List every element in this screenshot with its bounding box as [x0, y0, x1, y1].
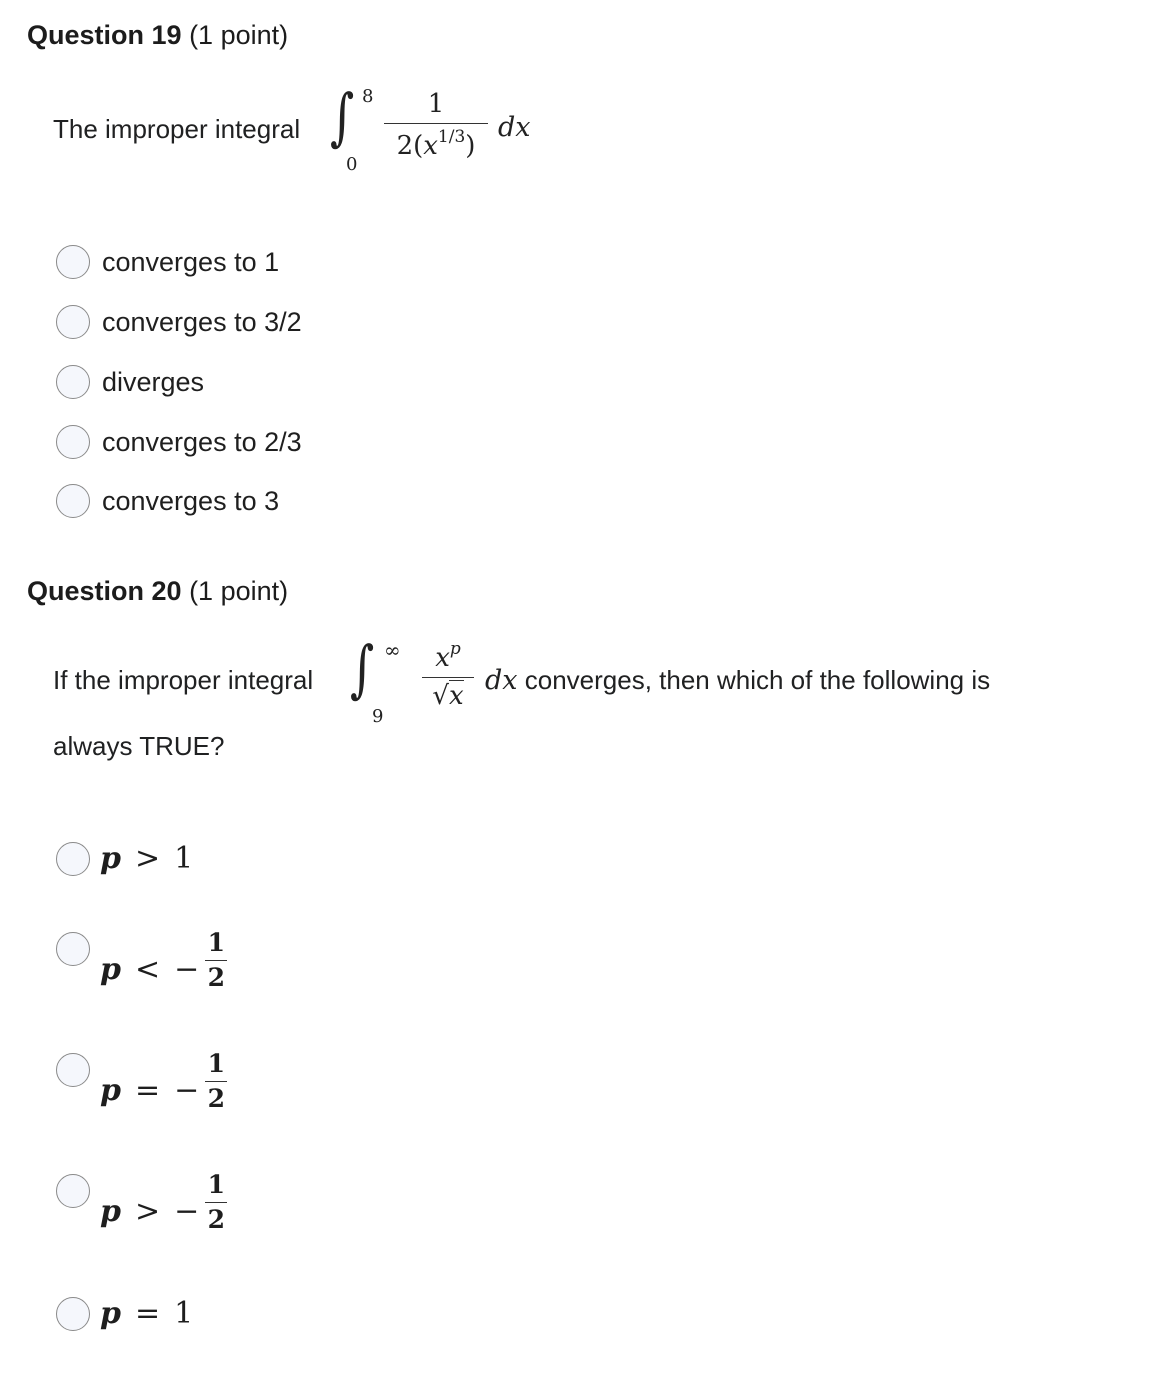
- fraction-bar: [205, 1081, 228, 1083]
- option-math: p > − 1 2: [100, 1170, 228, 1235]
- math-relation: >: [134, 1194, 161, 1230]
- denominator-coef: 2(: [396, 130, 424, 161]
- option-math: p > 1: [100, 841, 193, 876]
- math-sign: −: [174, 1073, 200, 1109]
- question-20-title: Question 20 (1 point): [27, 576, 288, 607]
- denominator-var: x: [423, 130, 438, 161]
- math-relation: =: [134, 1296, 161, 1331]
- sqrt-symbol: √: [432, 680, 449, 711]
- question-number: Question 19: [27, 20, 182, 50]
- fraction-bar: [384, 122, 488, 124]
- option-label: converges to 2/3: [102, 426, 302, 457]
- denominator: √x: [422, 679, 474, 711]
- option-math: p = − 1 2: [100, 1049, 228, 1114]
- denominator-var: x: [448, 679, 464, 711]
- denominator: 2(x1/3): [384, 126, 488, 161]
- math-sign: −: [174, 1194, 200, 1230]
- differential: dx: [498, 112, 531, 143]
- q19-option-5[interactable]: converges to 3: [56, 484, 279, 518]
- math-value: 1: [174, 1296, 194, 1331]
- integrand-fraction: 1 2(x1/3): [384, 90, 488, 160]
- math-variable: p: [100, 952, 121, 988]
- question-20-stem: If the improper integral: [53, 665, 313, 696]
- fraction-numerator: 1: [207, 928, 225, 957]
- math-relation: >: [134, 841, 161, 876]
- option-label: converges to 3: [102, 485, 280, 516]
- integral-upper-limit: 8: [362, 86, 374, 107]
- q19-option-1[interactable]: converges to 1: [56, 245, 279, 279]
- math-fraction: 1 2: [205, 1049, 228, 1114]
- fraction-numerator: 1: [207, 1049, 225, 1078]
- question-19-stem: The improper integral: [53, 114, 300, 145]
- radio-button[interactable]: [56, 1053, 90, 1087]
- math-fraction: 1 2: [205, 928, 228, 993]
- radio-button[interactable]: [56, 841, 90, 876]
- question-points: (1 point): [189, 20, 289, 50]
- option-label: diverges: [102, 366, 205, 397]
- math-fraction: 1 2: [205, 1170, 228, 1235]
- question-20-stem-continued: dx converges, then which of the followin…: [485, 665, 990, 696]
- radio-button[interactable]: [56, 484, 90, 518]
- denominator-close: ): [465, 130, 476, 161]
- question-19-integral: ∫ 8 0 1 2(x1/3) dx: [330, 82, 570, 182]
- math-relation: =: [134, 1073, 161, 1109]
- denominator-exponent: 1/3: [437, 126, 466, 147]
- radio-button[interactable]: [56, 305, 90, 339]
- math-variable: p: [100, 1073, 121, 1109]
- q19-option-3[interactable]: diverges: [56, 365, 204, 399]
- radio-button[interactable]: [56, 1174, 90, 1208]
- numerator-var: x: [435, 643, 450, 673]
- option-label: converges to 3/2: [102, 306, 302, 337]
- q20-option-4[interactable]: p > − 1 2: [56, 1170, 228, 1235]
- option-math: p = 1: [100, 1296, 193, 1331]
- stem-text: If the improper integral: [53, 665, 314, 695]
- question-19-title: Question 19 (1 point): [27, 20, 288, 51]
- numerator: 1: [427, 89, 445, 119]
- math-variable: p: [100, 841, 121, 876]
- integral-lower-limit: 0: [346, 154, 358, 175]
- q19-option-4[interactable]: converges to 2/3: [56, 425, 302, 459]
- q20-option-1[interactable]: p > 1: [56, 841, 193, 876]
- fraction-denominator: 2: [207, 963, 225, 993]
- question-number: Question 20: [27, 576, 182, 606]
- q19-option-2[interactable]: converges to 3/2: [56, 305, 302, 339]
- numerator-exponent: p: [449, 639, 461, 659]
- integrand-fraction: xp √x: [422, 640, 474, 711]
- fraction-numerator: 1: [207, 1170, 225, 1199]
- question-20-integral: ∫ ∞ 9 xp √x: [350, 636, 490, 736]
- option-math: p < − 1 2: [100, 928, 228, 993]
- radio-button[interactable]: [56, 1296, 90, 1331]
- integral-lower-limit: 9: [372, 706, 384, 727]
- math-variable: p: [100, 1194, 121, 1230]
- fraction-bar: [205, 960, 228, 962]
- stem-suffix: converges, then which of the following i…: [524, 665, 991, 695]
- math-sign: −: [174, 952, 200, 988]
- math-value: 1: [174, 841, 194, 876]
- differential: dx: [485, 665, 518, 696]
- q20-option-3[interactable]: p = − 1 2: [56, 1049, 228, 1114]
- stem-line2: always TRUE?: [53, 731, 225, 761]
- question-20-stem-line2: always TRUE?: [53, 731, 224, 762]
- fraction-bar: [422, 676, 474, 678]
- stem-text: The improper integral: [53, 114, 301, 144]
- integral-sign: ∫: [350, 632, 375, 705]
- q20-option-5[interactable]: p = 1: [56, 1296, 193, 1331]
- math-variable: p: [100, 1296, 121, 1331]
- radio-button[interactable]: [56, 365, 90, 399]
- numerator: xp: [422, 640, 474, 673]
- integral-upper-limit: ∞: [384, 638, 401, 662]
- fraction-denominator: 2: [207, 1205, 225, 1235]
- option-label: converges to 1: [102, 246, 280, 277]
- radio-button[interactable]: [56, 245, 90, 279]
- integral-sign: ∫: [330, 80, 355, 153]
- question-points: (1 point): [189, 576, 289, 606]
- radio-button[interactable]: [56, 932, 90, 966]
- math-relation: <: [134, 952, 161, 988]
- fraction-bar: [205, 1202, 228, 1204]
- radio-button[interactable]: [56, 425, 90, 459]
- fraction-denominator: 2: [207, 1084, 225, 1114]
- q20-option-2[interactable]: p < − 1 2: [56, 928, 228, 993]
